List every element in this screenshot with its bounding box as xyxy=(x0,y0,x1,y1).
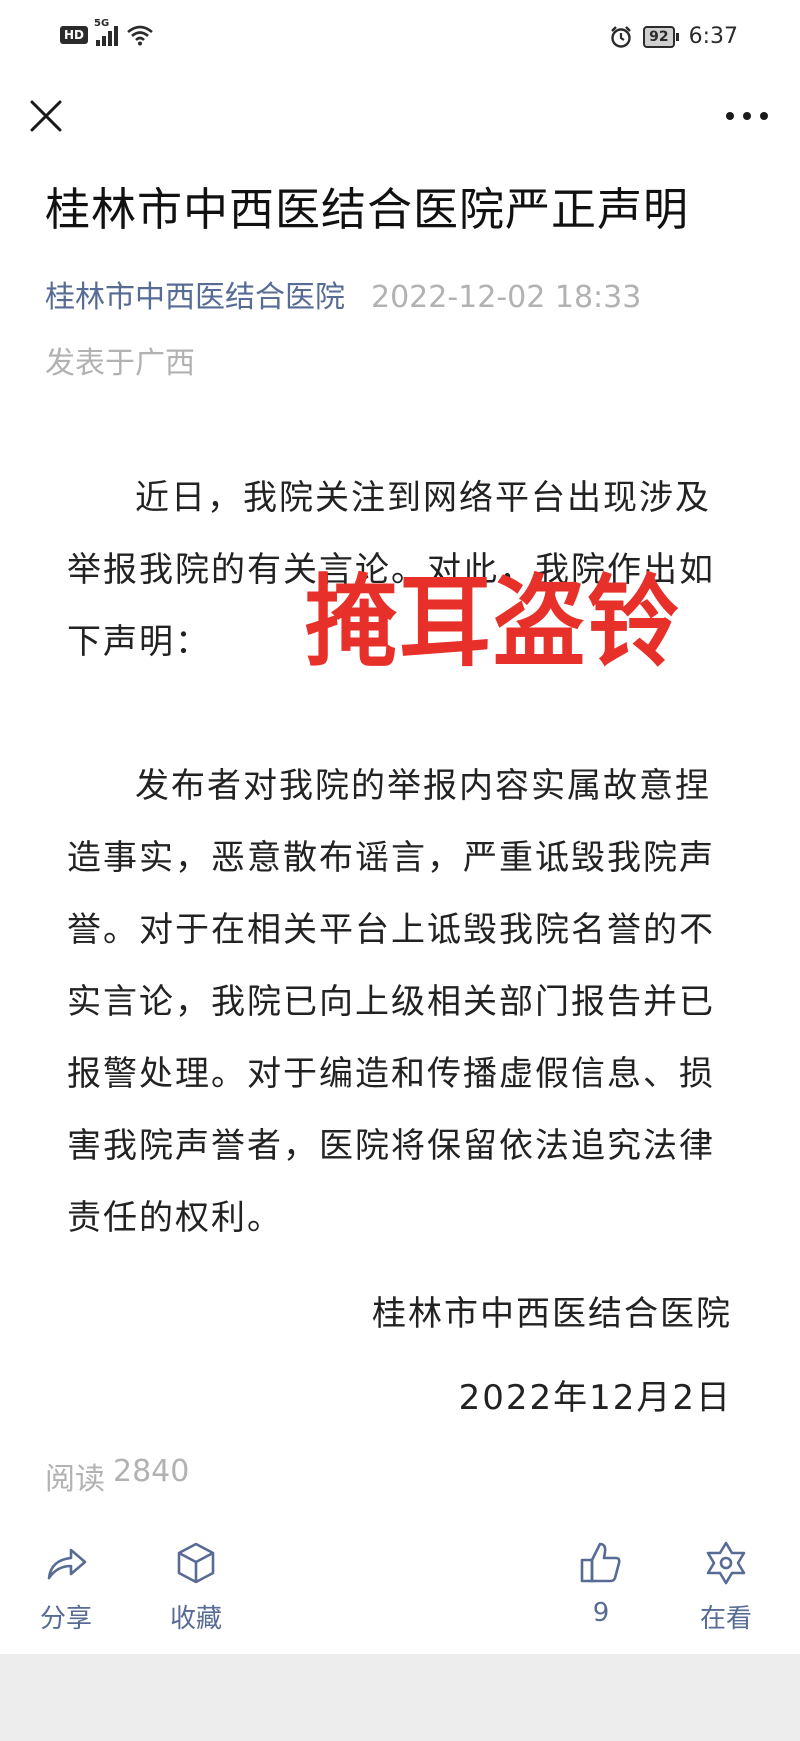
network-type: 5G xyxy=(94,18,110,29)
favorite-label: 收藏 xyxy=(170,1604,223,1634)
read-number: 2840 xyxy=(113,1454,190,1489)
looking-button[interactable]: 在看 xyxy=(700,1540,752,1635)
more-dots-icon[interactable] xyxy=(724,106,770,126)
red-overlay-text: 掩耳盗铃 xyxy=(305,564,682,681)
signature-block: 桂林市中西医结合医院 2022年12月2日 xyxy=(372,1272,732,1440)
action-bar: 分享 收藏 9 在看 xyxy=(0,1540,800,1660)
looking-label: 在看 xyxy=(700,1604,753,1634)
read-count: 阅读 2840 xyxy=(45,1454,189,1498)
bottom-strip xyxy=(0,1654,800,1741)
account-name-link[interactable]: 桂林市中西医结合医院 xyxy=(45,276,345,320)
thumbs-up-icon xyxy=(580,1542,621,1583)
close-icon[interactable] xyxy=(26,96,66,136)
article-meta: 桂林市中西医结合医院 2022-12-02 18:33 xyxy=(45,276,641,320)
battery-level: 92 xyxy=(643,25,675,48)
publish-time: 2022-12-02 18:33 xyxy=(371,280,642,315)
status-right: 92 6:37 xyxy=(609,24,738,49)
like-button[interactable]: 9 xyxy=(578,1540,624,1628)
looking-star-icon xyxy=(706,1541,746,1585)
status-bar: HD 5G 92 6:37 xyxy=(0,0,800,84)
alarm-icon xyxy=(611,25,631,48)
cube-icon xyxy=(177,1542,215,1584)
hd-badge: HD xyxy=(60,26,89,44)
read-label: 阅读 xyxy=(45,1462,105,1497)
status-left: HD 5G xyxy=(60,18,154,46)
signature-date: 2022年12月2日 xyxy=(458,1378,732,1418)
like-count: 9 xyxy=(592,1598,610,1628)
signature-name: 桂林市中西医结合医院 xyxy=(372,1294,732,1334)
share-button[interactable]: 分享 xyxy=(40,1540,92,1635)
clock: 6:37 xyxy=(688,24,738,49)
battery-indicator: 92 xyxy=(643,25,679,48)
paragraph-2: 发布者对我院的举报内容实属故意捏造事实，恶意散布谣言，严重诋毁我院声誉。对于在相… xyxy=(67,766,715,1238)
signal-icon: 5G xyxy=(94,18,119,46)
favorite-button[interactable]: 收藏 xyxy=(170,1540,222,1635)
share-icon xyxy=(47,1548,87,1580)
share-label: 分享 xyxy=(40,1604,93,1634)
wifi-icon xyxy=(127,25,153,46)
article-title: 桂林市中西医结合医院严正声明 xyxy=(45,183,690,236)
publish-location: 发表于广西 xyxy=(45,346,195,381)
